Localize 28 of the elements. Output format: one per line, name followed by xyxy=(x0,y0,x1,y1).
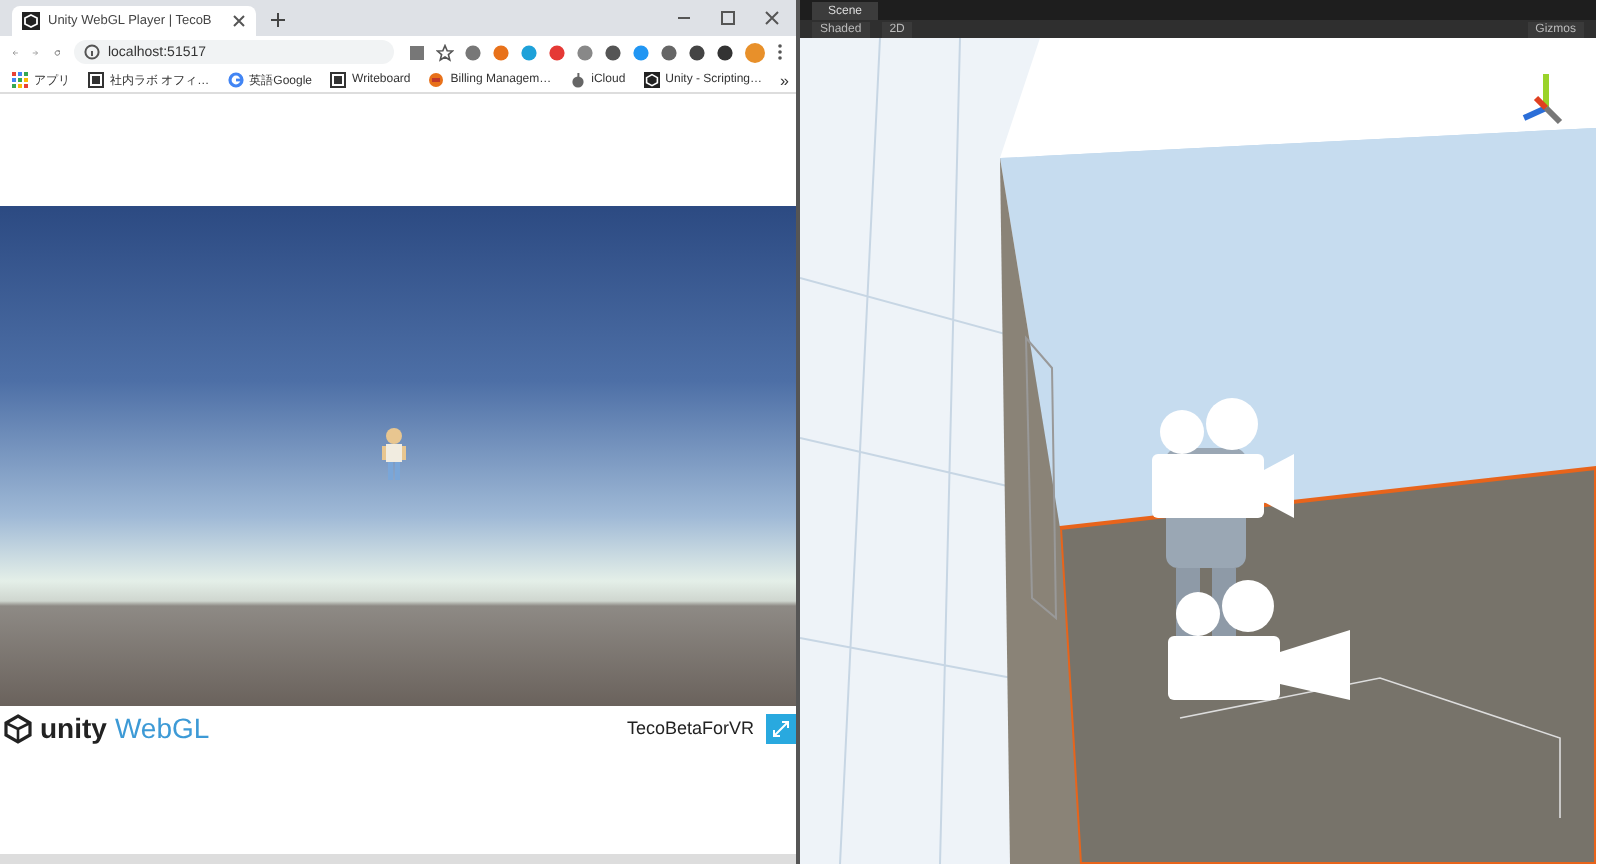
page-icon xyxy=(88,72,104,88)
character-drawing xyxy=(380,426,408,482)
expand-arrows-icon xyxy=(772,719,790,737)
more-bookmarks-button[interactable]: » xyxy=(780,71,789,89)
unity-page-icon xyxy=(643,72,660,88)
axis-gizmo-icon[interactable] xyxy=(1522,74,1563,125)
unity-logo-icon xyxy=(4,713,32,743)
close-icon[interactable] xyxy=(232,14,246,28)
horizontal-scrollbar[interactable] xyxy=(0,854,796,864)
unity-favicon-icon xyxy=(22,12,40,30)
product-name: TecoBetaForVR xyxy=(626,718,754,738)
star-icon[interactable] xyxy=(436,43,454,61)
camera-icon[interactable] xyxy=(1152,398,1294,518)
apple-icon xyxy=(569,72,586,88)
maximize-icon[interactable] xyxy=(720,10,736,26)
game-canvas[interactable] xyxy=(0,206,796,706)
unity-wordmark: unity xyxy=(40,712,107,744)
close-icon[interactable] xyxy=(764,10,780,26)
info-icon xyxy=(83,44,100,60)
profile-avatar-icon[interactable] xyxy=(744,41,766,63)
page-icon xyxy=(330,72,347,88)
apps-grid-icon xyxy=(12,72,28,88)
plus-icon xyxy=(270,12,286,28)
camera-icon[interactable] xyxy=(1168,580,1350,700)
fullscreen-button[interactable] xyxy=(766,713,796,743)
webgl-wordmark: WebGL xyxy=(114,712,210,744)
more-menu-icon[interactable] xyxy=(776,42,784,62)
google-icon xyxy=(227,72,244,88)
